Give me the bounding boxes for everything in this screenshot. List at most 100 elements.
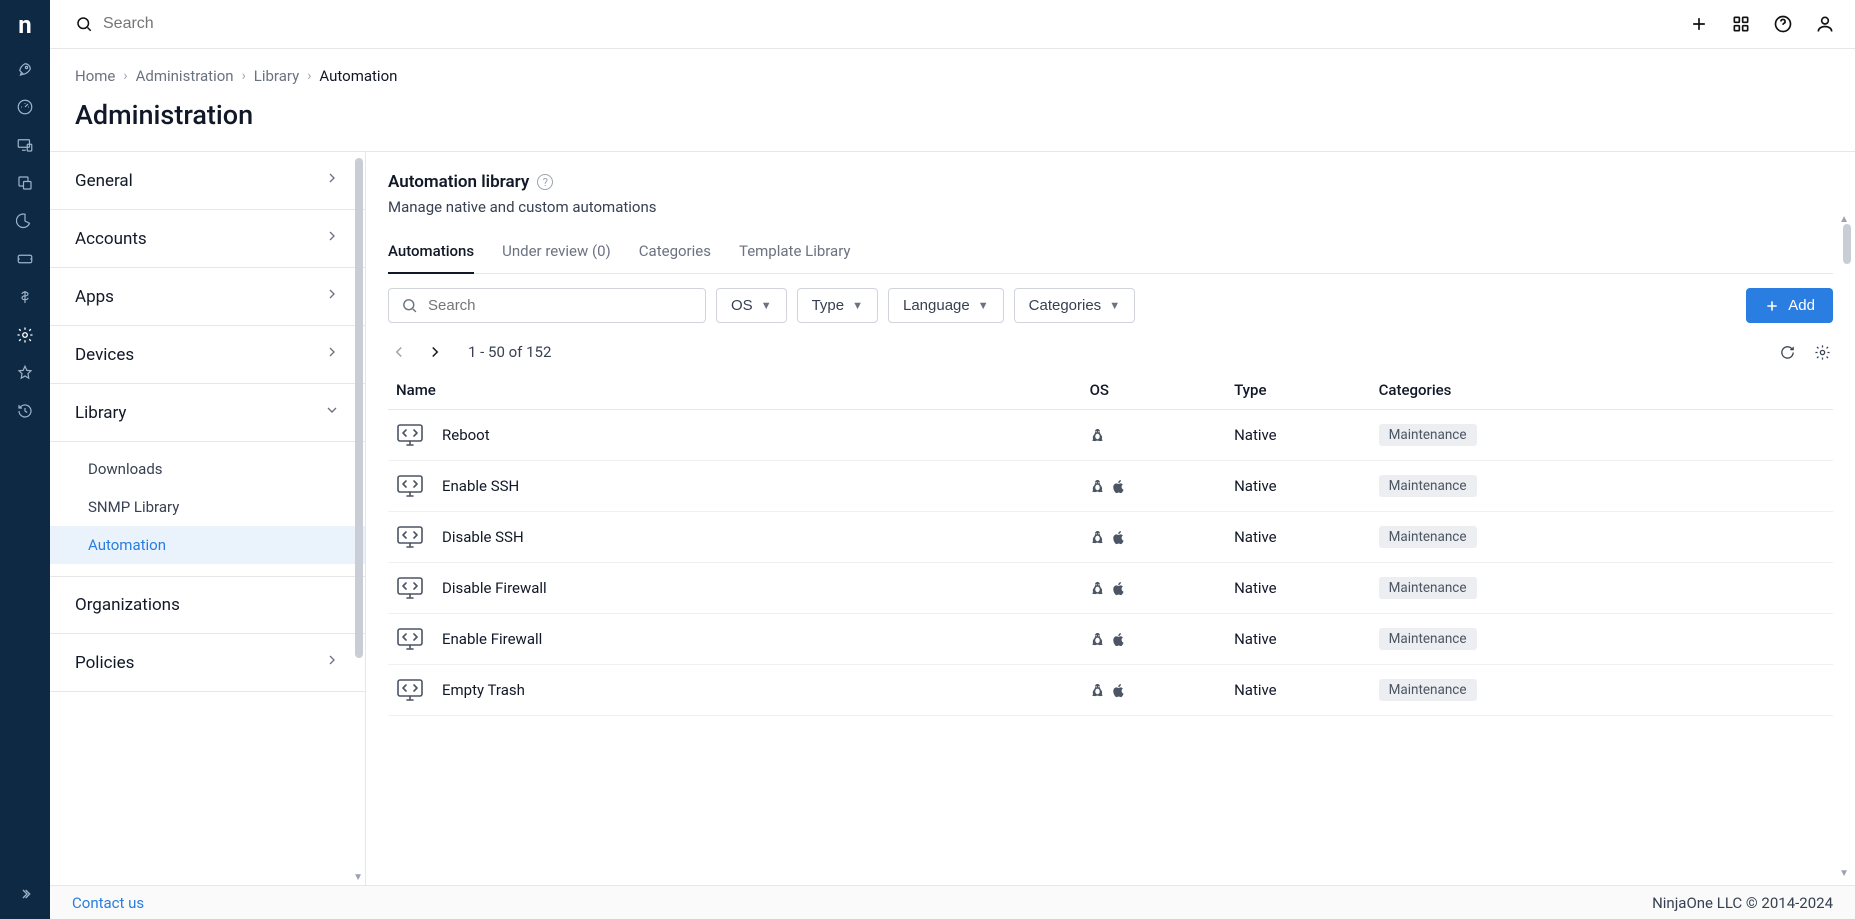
row-os: [1090, 530, 1219, 545]
create-button[interactable]: [1689, 14, 1709, 34]
secnav-item-apps[interactable]: Apps: [50, 268, 365, 326]
rail-billing-icon[interactable]: [0, 278, 50, 316]
secnav-item-library[interactable]: Library: [50, 384, 365, 442]
col-os[interactable]: OS: [1082, 371, 1227, 410]
table-row[interactable]: Disable Firewall Native Maintenance: [388, 563, 1833, 614]
filter-type[interactable]: Type ▼: [797, 288, 878, 323]
row-type: Native: [1226, 665, 1371, 716]
add-button-label: Add: [1788, 297, 1815, 314]
row-os: [1090, 479, 1219, 494]
apple-icon: [1111, 632, 1126, 647]
plus-icon: [1764, 298, 1780, 314]
scroll-down-arrow[interactable]: ▼: [353, 872, 363, 883]
chevron-down-icon: ▼: [1109, 300, 1120, 312]
row-name: Empty Trash: [442, 681, 525, 699]
pager-next[interactable]: [426, 343, 444, 361]
secnav-item-policies[interactable]: Policies: [50, 634, 365, 692]
apple-icon: [1111, 530, 1126, 545]
app-logo[interactable]: n: [0, 0, 50, 50]
content-help-icon[interactable]: ?: [537, 174, 553, 190]
profile-button[interactable]: [1815, 14, 1835, 34]
rail-getting-started-icon[interactable]: [0, 50, 50, 88]
content-area: Automation library ? Manage native and c…: [366, 152, 1855, 885]
content-search-input[interactable]: [428, 297, 693, 314]
row-type: Native: [1226, 512, 1371, 563]
script-icon: [396, 576, 424, 600]
script-icon: [396, 474, 424, 498]
table-row[interactable]: Enable Firewall Native Maintenance: [388, 614, 1833, 665]
add-button[interactable]: Add: [1746, 288, 1833, 323]
linux-icon: [1090, 479, 1105, 494]
table-row[interactable]: Reboot Native Maintenance: [388, 410, 1833, 461]
rail-devices-icon[interactable]: [0, 126, 50, 164]
chevron-down-icon: ▼: [978, 300, 989, 312]
filter-os[interactable]: OS ▼: [716, 288, 787, 323]
filter-categories[interactable]: Categories ▼: [1014, 288, 1135, 323]
global-search[interactable]: [75, 15, 1673, 33]
apple-icon: [1111, 683, 1126, 698]
rail-ticketing-icon[interactable]: [0, 240, 50, 278]
filter-language[interactable]: Language ▼: [888, 288, 1004, 323]
breadcrumb: Home › Administration › Library › Automa…: [75, 67, 1830, 85]
help-button[interactable]: [1773, 14, 1793, 34]
rail-reports-icon[interactable]: [0, 202, 50, 240]
row-name: Disable SSH: [442, 528, 524, 546]
rail-patching-icon[interactable]: [0, 164, 50, 202]
secnav-item-label: Organizations: [75, 595, 180, 615]
toolbar: OS ▼ Type ▼ Language ▼ Categories ▼ Add: [388, 288, 1833, 323]
apps-button[interactable]: [1731, 14, 1751, 34]
content-title: Automation library: [388, 172, 529, 192]
table-row[interactable]: Disable SSH Native Maintenance: [388, 512, 1833, 563]
tab-template-library[interactable]: Template Library: [739, 234, 851, 273]
linux-icon: [1090, 632, 1105, 647]
user-icon: [1815, 14, 1835, 34]
table-settings-button[interactable]: [1814, 344, 1831, 361]
secnav-item-general[interactable]: General: [50, 152, 365, 210]
scroll-down-arrow[interactable]: ▼: [1839, 868, 1849, 879]
tab-under-review-0-[interactable]: Under review (0): [502, 234, 611, 273]
row-name: Enable Firewall: [442, 630, 542, 648]
refresh-button[interactable]: [1779, 344, 1796, 361]
rail-favorites-icon[interactable]: [0, 354, 50, 392]
chevron-icon: [324, 286, 340, 307]
search-icon: [401, 297, 418, 314]
secnav-item-label: Apps: [75, 287, 114, 307]
category-chip: Maintenance: [1379, 679, 1477, 701]
linux-icon: [1090, 581, 1105, 596]
secnav-sub-downloads[interactable]: Downloads: [50, 450, 365, 488]
plus-icon: [1689, 14, 1709, 34]
tab-categories[interactable]: Categories: [639, 234, 711, 273]
secnav-item-devices[interactable]: Devices: [50, 326, 365, 384]
breadcrumb-library[interactable]: Library: [254, 67, 299, 85]
category-chip: Maintenance: [1379, 475, 1477, 497]
table-row[interactable]: Empty Trash Native Maintenance: [388, 665, 1833, 716]
chevron-icon: [324, 652, 340, 673]
breadcrumb-administration[interactable]: Administration: [136, 67, 234, 85]
breadcrumb-home[interactable]: Home: [75, 67, 115, 85]
apple-icon: [1111, 479, 1126, 494]
secnav-sub-snmp library[interactable]: SNMP Library: [50, 488, 365, 526]
tab-automations[interactable]: Automations: [388, 234, 474, 274]
rail-history-icon[interactable]: [0, 392, 50, 430]
scroll-thumb[interactable]: [355, 158, 363, 658]
secnav-item-organizations[interactable]: Organizations: [50, 577, 365, 634]
col-type[interactable]: Type: [1226, 371, 1371, 410]
script-icon: [396, 678, 424, 702]
scroll-thumb[interactable]: [1843, 224, 1851, 264]
rail-administration-icon[interactable]: [0, 316, 50, 354]
table-row[interactable]: Enable SSH Native Maintenance: [388, 461, 1833, 512]
row-os: [1090, 581, 1219, 596]
secnav-item-label: Accounts: [75, 229, 147, 249]
col-categories[interactable]: Categories: [1371, 371, 1833, 410]
secnav-sub-automation[interactable]: Automation: [50, 526, 365, 564]
col-name[interactable]: Name: [388, 371, 1082, 410]
rail-dashboard-icon[interactable]: [0, 88, 50, 126]
search-icon: [75, 15, 93, 33]
rail-expand-icon[interactable]: [0, 869, 50, 919]
chevron-down-icon: ▼: [761, 300, 772, 312]
contact-link[interactable]: Contact us: [72, 894, 144, 912]
secnav-item-accounts[interactable]: Accounts: [50, 210, 365, 268]
content-search[interactable]: [388, 288, 706, 323]
global-search-input[interactable]: [103, 15, 403, 33]
script-icon: [396, 423, 424, 447]
